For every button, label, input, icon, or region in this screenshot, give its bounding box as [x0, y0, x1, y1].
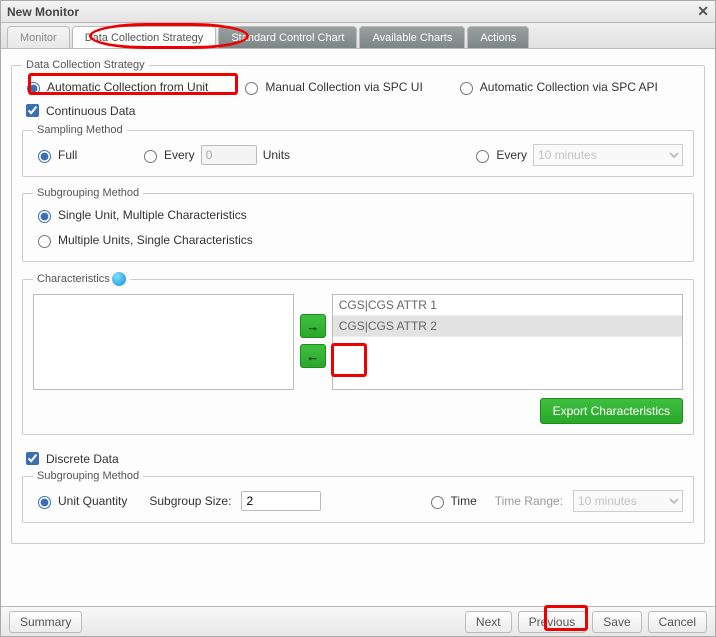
- move-left-button[interactable]: ←: [300, 344, 326, 368]
- content-area: Data Collection Strategy Automatic Colle…: [1, 49, 715, 606]
- titlebar: New Monitor ✕: [1, 1, 715, 23]
- mode-auto-radio[interactable]: [27, 82, 40, 95]
- unit-quantity[interactable]: Unit Quantity: [33, 493, 127, 509]
- tab-actions[interactable]: Actions: [467, 26, 529, 48]
- subgrouping2-legend: Subgrouping Method: [33, 470, 143, 482]
- every-time-select[interactable]: 10 minutes: [533, 144, 683, 166]
- sampling-legend: Sampling Method: [33, 124, 127, 136]
- new-monitor-dialog: New Monitor ✕ Monitor Data Collection St…: [0, 0, 716, 637]
- subgroup-single-unit-radio[interactable]: [38, 210, 51, 223]
- footer: Summary Next Previous Save Cancel: [1, 606, 715, 636]
- globe-icon: [112, 272, 126, 286]
- sampling-full-radio[interactable]: [38, 150, 51, 163]
- cancel-button[interactable]: Cancel: [648, 611, 707, 633]
- mode-api[interactable]: Automatic Collection via SPC API: [455, 79, 658, 95]
- tab-data-collection-strategy[interactable]: Data Collection Strategy: [72, 26, 217, 48]
- characteristics-selected-list[interactable]: CGS|CGS ATTR 1 CGS|CGS ATTR 2: [332, 294, 683, 390]
- subgrouping2-fieldset: Subgrouping Method Unit Quantity Subgrou…: [22, 470, 694, 523]
- save-button[interactable]: Save: [592, 611, 641, 633]
- subgroup-single-unit[interactable]: Single Unit, Multiple Characteristics: [33, 207, 247, 223]
- arrow-right-icon: →: [306, 319, 319, 334]
- close-icon[interactable]: ✕: [697, 3, 709, 20]
- subgrouping1-legend: Subgrouping Method: [33, 187, 143, 199]
- subgroup-multiple-units[interactable]: Multiple Units, Single Characteristics: [33, 232, 253, 248]
- list-item[interactable]: CGS|CGS ATTR 2: [333, 316, 682, 337]
- tab-monitor[interactable]: Monitor: [7, 26, 70, 48]
- discrete-data-checkbox[interactable]: [26, 452, 39, 465]
- time-range-select[interactable]: 10 minutes: [573, 490, 683, 512]
- subgroup-multiple-units-radio[interactable]: [38, 235, 51, 248]
- tabbar: Monitor Data Collection Strategy Standar…: [1, 23, 715, 49]
- window-title: New Monitor: [7, 5, 79, 19]
- discrete-data[interactable]: Discrete Data: [22, 449, 119, 468]
- sampling-every-units-radio[interactable]: [144, 150, 157, 163]
- unit-quantity-radio[interactable]: [38, 496, 51, 509]
- strategy-legend: Data Collection Strategy: [22, 59, 149, 71]
- sampling-every-time[interactable]: Every: [471, 147, 527, 163]
- characteristics-available-list[interactable]: [33, 294, 294, 390]
- continuous-data[interactable]: Continuous Data: [22, 101, 135, 120]
- sampling-fieldset: Sampling Method Full Every Units: [22, 124, 694, 177]
- tab-standard-control-chart[interactable]: Standard Control Chart: [218, 26, 357, 48]
- mode-api-radio[interactable]: [460, 82, 473, 95]
- move-right-button[interactable]: →: [300, 314, 326, 338]
- arrow-left-icon: ←: [306, 349, 319, 364]
- mode-auto[interactable]: Automatic Collection from Unit: [22, 79, 208, 95]
- sampling-every-time-radio[interactable]: [476, 150, 489, 163]
- subgroup-size-label: Subgroup Size:: [149, 494, 231, 508]
- export-characteristics-button[interactable]: Export Characteristics: [540, 398, 683, 424]
- tab-available-charts[interactable]: Available Charts: [359, 26, 465, 48]
- strategy-fieldset: Data Collection Strategy Automatic Colle…: [11, 59, 705, 544]
- sampling-full[interactable]: Full: [33, 147, 113, 163]
- time-option[interactable]: Time: [426, 493, 477, 509]
- every-units-input[interactable]: [201, 145, 257, 165]
- time-range-label: Time Range:: [495, 494, 563, 508]
- mode-manual-radio[interactable]: [245, 82, 258, 95]
- time-option-radio[interactable]: [431, 496, 444, 509]
- next-button[interactable]: Next: [465, 611, 512, 633]
- sampling-every-units[interactable]: Every: [139, 147, 195, 163]
- subgrouping1-fieldset: Subgrouping Method Single Unit, Multiple…: [22, 187, 694, 262]
- summary-button[interactable]: Summary: [9, 611, 82, 633]
- units-label: Units: [263, 148, 290, 162]
- list-item[interactable]: CGS|CGS ATTR 1: [333, 295, 682, 316]
- continuous-data-checkbox[interactable]: [26, 104, 39, 117]
- previous-button[interactable]: Previous: [518, 611, 587, 633]
- characteristics-fieldset: Characteristics → ← CGS|CGS ATTR 1: [22, 272, 694, 435]
- characteristics-legend: Characteristics: [33, 272, 130, 286]
- subgroup-size-input[interactable]: [241, 491, 321, 511]
- mode-manual[interactable]: Manual Collection via SPC UI: [240, 79, 422, 95]
